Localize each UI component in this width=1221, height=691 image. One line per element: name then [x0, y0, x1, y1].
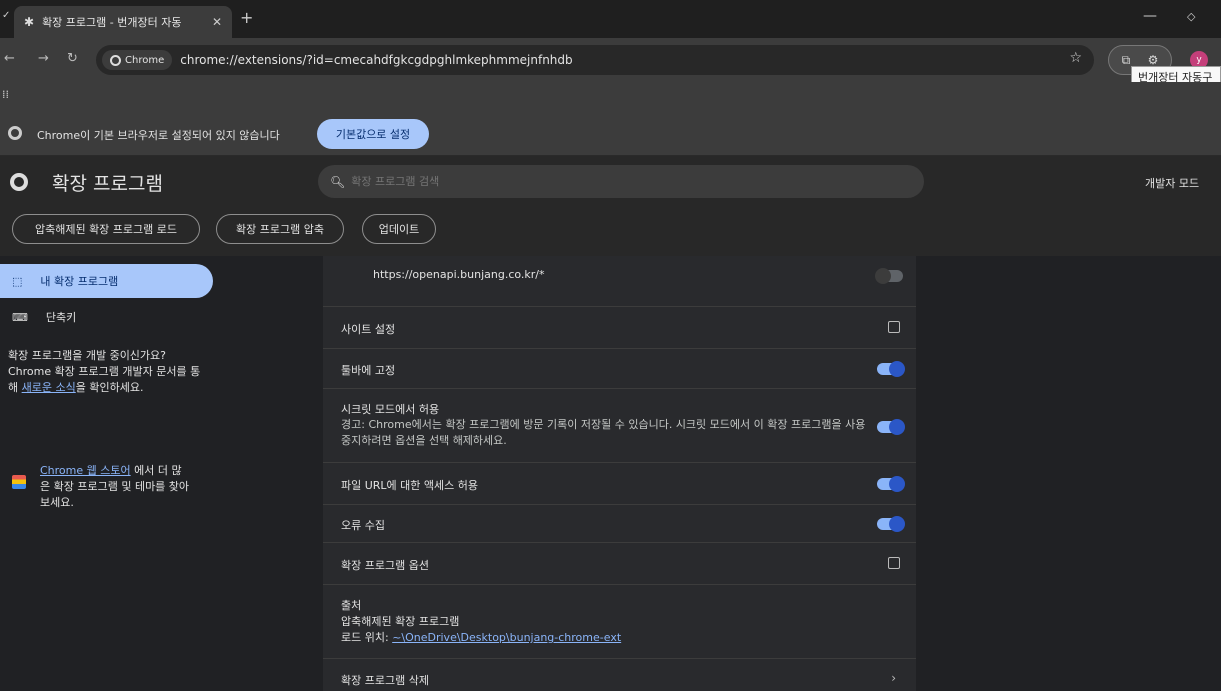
close-icon[interactable]: ✕: [212, 15, 222, 29]
remove-extension-row[interactable]: 확장 프로그램 삭제 ›: [323, 658, 916, 691]
source-row: 출처 압축해제된 확장 프로그램 로드 위치: ~\OneDrive\Deskt…: [323, 584, 916, 658]
puzzle-icon: ✱: [24, 15, 35, 29]
browser-tab[interactable]: ✱ 확장 프로그램 - 번개장터 자동 ✕: [14, 6, 232, 38]
search-box[interactable]: 🔍︎: [318, 165, 924, 198]
back-icon[interactable]: ←: [4, 51, 15, 66]
error-collect-label: 오류 수집: [341, 519, 385, 532]
chip-label: Chrome: [125, 54, 165, 66]
new-tab-icon[interactable]: +: [240, 8, 253, 27]
extension-options-row[interactable]: 확장 프로그램 옵션: [323, 542, 916, 584]
forward-icon[interactable]: →: [38, 51, 49, 66]
site-settings-row[interactable]: 사이트 설정: [323, 306, 916, 348]
apps-icon[interactable]: ⁞⁞: [2, 88, 9, 101]
restore-icon[interactable]: ◇: [1187, 10, 1195, 23]
set-default-button[interactable]: 기본값으로 설정: [317, 119, 429, 149]
chrome-icon: [110, 54, 121, 66]
search-input[interactable]: [351, 175, 752, 188]
sidebar-item-shortcuts[interactable]: ⌨ 단축키: [6, 300, 76, 334]
source-value: 압축해제된 확장 프로그램: [341, 615, 460, 628]
web-store-link[interactable]: Chrome 웹 스토어: [40, 464, 131, 477]
bookmarks-bar: ⁞⁞: [0, 82, 1221, 112]
chevron-right-icon: ›: [891, 671, 896, 685]
infobar-message: Chrome이 기본 브라우저로 설정되어 있지 않습니다: [37, 129, 280, 142]
site-chip[interactable]: Chrome: [102, 50, 173, 70]
search-icon: 🔍︎: [330, 174, 346, 189]
error-collect-row: 오류 수집: [323, 504, 916, 542]
sidebar-item-label: 단축키: [45, 311, 77, 324]
developer-promo: 확장 프로그램을 개발 중이신가요? Chrome 확장 프로그램 개발자 문서…: [8, 348, 204, 396]
site-access-row: https://openapi.bunjang.co.kr/*: [323, 256, 916, 306]
load-location: 로드 위치: ~\OneDrive\Desktop\bunjang-chrome…: [341, 629, 621, 645]
incognito-label: 시크릿 모드에서 허용: [341, 403, 440, 416]
reload-icon[interactable]: ↻: [67, 51, 78, 66]
extensions-header: 확장 프로그램 🔍︎ 개발자 모드 압축해제된 확장 프로그램 로드 확장 프로…: [0, 156, 1221, 256]
tab-title: 확장 프로그램 - 번개장터 자동: [42, 16, 182, 29]
pin-toolbar-label: 툴바에 고정: [341, 364, 396, 377]
open-external-icon: [888, 321, 900, 333]
open-external-icon: [888, 557, 900, 569]
chrome-icon: [8, 126, 22, 140]
site-access-toggle[interactable]: [875, 268, 903, 284]
default-browser-infobar: Chrome이 기본 브라우저로 설정되어 있지 않습니다 기본값으로 설정: [0, 112, 1221, 156]
tab-search-icon[interactable]: ✓: [2, 10, 10, 21]
puzzle-icon: ⬚: [12, 274, 23, 288]
file-url-toggle[interactable]: [877, 476, 905, 492]
load-location-label: 로드 위치:: [341, 631, 393, 644]
pin-toolbar-toggle[interactable]: [877, 361, 905, 377]
address-bar[interactable]: Chrome chrome://extensions/?id=cmecahdfg…: [96, 45, 1094, 75]
store-text: Chrome 웹 스토어 에서 더 많은 확장 프로그램 및 테마를 찾아보세요…: [40, 463, 190, 511]
bookmark-star-icon[interactable]: ☆: [1069, 50, 1082, 66]
error-collect-toggle[interactable]: [877, 516, 905, 532]
site-settings-label: 사이트 설정: [341, 323, 396, 336]
file-url-row: 파일 URL에 대한 액세스 허용: [323, 462, 916, 504]
developer-mode-label[interactable]: 개발자 모드: [1145, 175, 1199, 191]
extension-details-panel: https://openapi.bunjang.co.kr/* 사이트 설정 툴…: [323, 256, 916, 691]
load-unpacked-button[interactable]: 압축해제된 확장 프로그램 로드: [12, 214, 200, 244]
web-store-promo: Chrome 웹 스토어 에서 더 많은 확장 프로그램 및 테마를 찾아보세요…: [12, 463, 212, 511]
incognito-warning: 경고: Chrome에서는 확장 프로그램에 방문 기록이 저장될 수 있습니다…: [341, 418, 866, 447]
pin-toolbar-row: 툴바에 고정: [323, 348, 916, 388]
extension-action-icon[interactable]: ⧉: [1122, 53, 1131, 68]
page-title: 확장 프로그램: [52, 173, 163, 195]
file-url-label: 파일 URL에 대한 액세스 허용: [341, 479, 479, 492]
remove-extension-label: 확장 프로그램 삭제: [341, 674, 429, 687]
source-title: 출처: [341, 599, 362, 612]
update-button[interactable]: 업데이트: [362, 214, 436, 244]
sidebar-item-my-extensions[interactable]: ⬚ 내 확장 프로그램: [0, 264, 213, 298]
browser-toolbar: ← → ↻ Chrome chrome://extensions/?id=cme…: [0, 38, 1221, 82]
web-store-icon: [12, 475, 26, 489]
extension-options-label: 확장 프로그램 옵션: [341, 559, 429, 572]
keyboard-icon: ⌨: [12, 310, 28, 324]
promo-text-end: 을 확인하세요.: [75, 381, 144, 394]
incognito-toggle[interactable]: [877, 419, 905, 435]
sidebar-item-label: 내 확장 프로그램: [40, 275, 119, 288]
pack-extension-button[interactable]: 확장 프로그램 압축: [216, 214, 344, 244]
incognito-row: 시크릿 모드에서 허용 경고: Chrome에서는 확장 프로그램에 방문 기록…: [323, 388, 916, 462]
url-text: chrome://extensions/?id=cmecahdfgkcgdpgh…: [180, 53, 573, 67]
minimize-icon[interactable]: —: [1143, 8, 1157, 24]
extensions-puzzle-icon[interactable]: ⚙: [1148, 53, 1159, 67]
chrome-logo-icon: [10, 173, 28, 191]
site-url: https://openapi.bunjang.co.kr/*: [373, 268, 545, 281]
news-link[interactable]: 새로운 소식: [22, 381, 76, 394]
tab-strip: ✓ ✱ 확장 프로그램 - 번개장터 자동 ✕ + — ◇: [0, 0, 1221, 38]
load-location-link[interactable]: ~\OneDrive\Desktop\bunjang-chrome-ext: [392, 631, 621, 644]
